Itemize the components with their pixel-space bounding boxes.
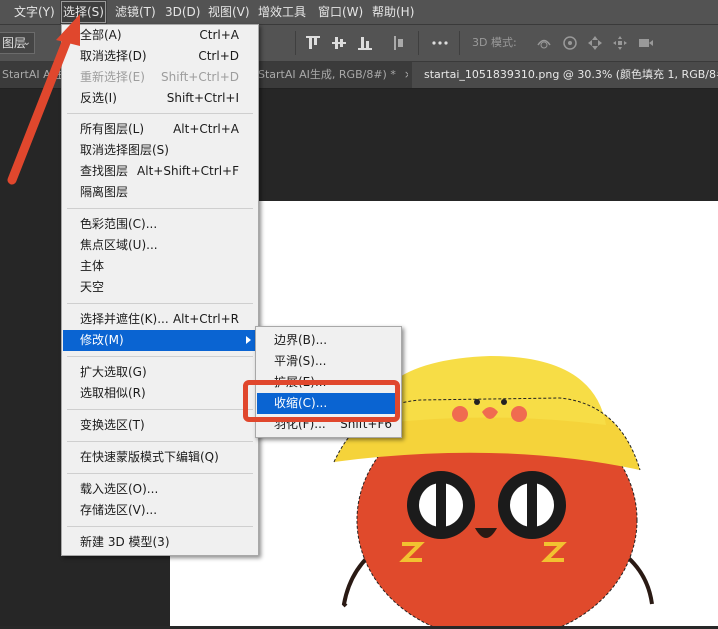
menu-type[interactable]: 文字(Y) (14, 0, 55, 24)
menu-item-label: 取消选择(D) (80, 49, 147, 63)
menu-item-similar[interactable]: 选取相似(R) (63, 383, 257, 404)
3d-mode-label: 3D 模式: (472, 36, 517, 49)
distribute-icon[interactable] (390, 33, 410, 53)
menu-separator (67, 208, 253, 209)
menu-item-label: 主体 (80, 259, 105, 273)
menu-item-shortcut: Ctrl+A (199, 28, 239, 42)
menu-view[interactable]: 视图(V) (208, 0, 250, 24)
select-menu-dropdown: 全部(A) Ctrl+A 取消选择(D) Ctrl+D 重新选择(E) Shift+C… (61, 24, 259, 556)
menu-item-label: 取消选择图层(S) (80, 143, 169, 157)
menu-item-label: 天空 (80, 280, 105, 294)
menu-item-label: 色彩范围(C)... (80, 217, 158, 231)
menu-item-select-and-mask[interactable]: 选择并遮住(K)... Alt+Ctrl+R (63, 309, 257, 330)
menu-item-shortcut: Ctrl+D (198, 49, 239, 63)
menu-item-transform-selection[interactable]: 变换选区(T) (63, 415, 257, 436)
menu-item-reselect: 重新选择(E) Shift+Ctrl+D (63, 67, 257, 88)
menu-item-label: 存储选区(V)... (80, 503, 158, 517)
menu-separator (67, 526, 253, 527)
auto-select-dropdown[interactable]: 图层 ⌄ (0, 32, 35, 54)
menu-item-select-all[interactable]: 全部(A) Ctrl+A (63, 25, 257, 46)
align-vcenter-icon[interactable] (329, 33, 349, 53)
close-icon[interactable]: × (404, 68, 408, 81)
menu-item-label: 新建 3D 模型(3) (80, 535, 170, 549)
menu-item-label: 隔离图层 (80, 185, 129, 199)
menu-item-new-3d-model[interactable]: 新建 3D 模型(3) (63, 532, 257, 553)
menu-item-label: 选择并遮住(K)... (80, 312, 169, 326)
menu-item-quick-mask[interactable]: 在快速蒙版模式下编辑(Q) (63, 447, 257, 468)
menu-window[interactable]: 窗口(W) (318, 0, 363, 24)
menu-item-all-layers[interactable]: 所有图层(L) Alt+Ctrl+A (63, 119, 257, 140)
menu-3d[interactable]: 3D(D) (165, 0, 200, 24)
menu-item-subject[interactable]: 主体 (63, 256, 257, 277)
menu-item-label: 焦点区域(U)... (80, 238, 158, 252)
menu-item-sky[interactable]: 天空 (63, 277, 257, 298)
menu-item-label: 全部(A) (80, 28, 122, 42)
menu-separator (67, 409, 253, 410)
menu-item-deselect[interactable]: 取消选择(D) Ctrl+D (63, 46, 257, 67)
menu-item-shortcut: Shift+Ctrl+I (166, 91, 239, 105)
menu-item-inverse[interactable]: 反选(I) Shift+Ctrl+I (63, 88, 257, 109)
menu-item-shortcut: Alt+Ctrl+A (173, 122, 239, 136)
menu-separator (67, 303, 253, 304)
submenu-item-border[interactable]: 边界(B)... (257, 330, 400, 351)
annotation-highlight-box (243, 380, 400, 422)
menu-select[interactable]: 选择(S) (60, 0, 107, 24)
align-top-icon[interactable] (303, 33, 323, 53)
menu-item-label: 反选(I) (80, 91, 117, 105)
chevron-down-icon: ⌄ (22, 37, 31, 48)
menu-help[interactable]: 帮助(H) (372, 0, 414, 24)
menu-item-label: 边界(B)... (274, 333, 328, 347)
menu-separator (67, 473, 253, 474)
more-options-icon[interactable] (430, 33, 450, 53)
tab-document-1[interactable]: StartAI AI生成, (0, 62, 64, 88)
submenu-arrow-icon (246, 336, 251, 344)
menu-item-grow[interactable]: 扩大选取(G) (63, 362, 257, 383)
submenu-item-smooth[interactable]: 平滑(S)... (257, 351, 400, 372)
menu-item-label: 在快速蒙版模式下编辑(Q) (80, 450, 219, 464)
3d-camera-icon[interactable] (636, 33, 656, 53)
menu-separator (67, 441, 253, 442)
3d-roll-icon[interactable] (560, 33, 580, 53)
menu-filter[interactable]: 滤镜(T) (115, 0, 156, 24)
3d-slide-icon[interactable] (610, 33, 630, 53)
tab-document-2[interactable]: StartAI AI生成, RGB/8#) * × (258, 62, 408, 88)
menu-item-shortcut: Shift+Ctrl+D (161, 70, 239, 84)
divider (418, 31, 419, 55)
menu-bar: 文字(Y) 选择(S) 滤镜(T) 3D(D) 视图(V) 增效工具 窗口(W)… (0, 0, 718, 25)
menu-item-focus-area[interactable]: 焦点区域(U)... (63, 235, 257, 256)
align-bottom-icon[interactable] (355, 33, 375, 53)
3d-orbit-icon[interactable] (534, 33, 554, 53)
menu-item-shortcut: Alt+Ctrl+R (172, 312, 239, 326)
tab-label: StartAI AI生成, RGB/8#) * (258, 68, 396, 81)
menu-item-label: 重新选择(E) (80, 70, 145, 84)
menu-item-isolate-layers[interactable]: 隔离图层 (63, 182, 257, 203)
menu-item-label: 变换选区(T) (80, 418, 145, 432)
tab-document-active[interactable]: startai_1051839310.png @ 30.3% (颜色填充 1, … (412, 62, 718, 88)
menu-item-shortcut: Alt+Shift+Ctrl+F (137, 164, 239, 178)
menu-item-label: 所有图层(L) (80, 122, 145, 136)
tab-label: StartAI AI生成, (2, 68, 64, 81)
menu-item-load-selection[interactable]: 载入选区(O)... (63, 479, 257, 500)
menu-item-save-selection[interactable]: 存储选区(V)... (63, 500, 257, 521)
menu-separator (67, 356, 253, 357)
menu-item-label: 修改(M) (80, 333, 124, 347)
menu-item-deselect-layers[interactable]: 取消选择图层(S) (63, 140, 257, 161)
menu-item-label: 选取相似(R) (80, 386, 146, 400)
menu-item-find-layers[interactable]: 查找图层 Alt+Shift+Ctrl+F (63, 161, 257, 182)
divider (295, 31, 296, 55)
menu-item-label: 查找图层 (80, 164, 129, 178)
divider (459, 31, 460, 55)
menu-item-modify[interactable]: 修改(M) (63, 330, 257, 351)
menu-separator (67, 113, 253, 114)
menu-item-label: 载入选区(O)... (80, 482, 159, 496)
menu-item-label: 平滑(S)... (274, 354, 327, 368)
3d-pan-icon[interactable] (585, 33, 605, 53)
tab-label: startai_1051839310.png @ 30.3% (颜色填充 1, … (424, 68, 718, 81)
menu-plugins[interactable]: 增效工具 (258, 0, 306, 24)
menu-item-color-range[interactable]: 色彩范围(C)... (63, 214, 257, 235)
menu-item-label: 扩大选取(G) (80, 365, 147, 379)
